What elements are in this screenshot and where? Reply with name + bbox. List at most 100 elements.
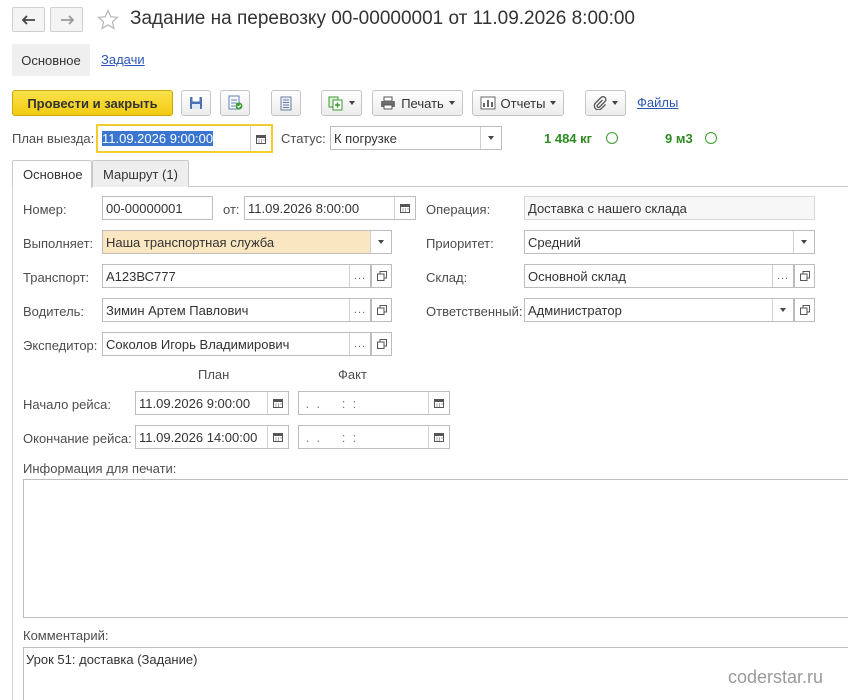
priority-dropdown-button[interactable]	[793, 231, 814, 253]
watermark: coderstar.ru	[728, 667, 824, 687]
responsible-label: Ответственный:	[426, 304, 523, 319]
comment-textarea[interactable]: Урок 51: доставка (Задание)	[23, 647, 848, 700]
chevron-down-icon	[612, 101, 618, 105]
volume-total: 9 м3	[665, 131, 693, 146]
open-window-icon	[799, 305, 810, 315]
transport-field[interactable]: А123ВС777 ...	[102, 264, 371, 288]
trip-start-plan-value: 11.09.2026 9:00:00	[139, 395, 251, 411]
tasks-link[interactable]: Задачи	[101, 52, 145, 67]
calendar-button[interactable]	[267, 392, 288, 414]
driver-field[interactable]: Зимин Артем Павлович ...	[102, 298, 371, 322]
trip-end-fact-field[interactable]: . . : :	[298, 425, 450, 449]
operation-value: Доставка с нашего склада	[528, 200, 687, 216]
fact-header: Факт	[338, 367, 367, 382]
calendar-button[interactable]	[428, 392, 449, 414]
open-driver-button[interactable]	[371, 298, 392, 322]
status-select[interactable]: К погрузке	[330, 126, 502, 150]
doc-date-field[interactable]: 11.09.2026 8:00:00	[244, 196, 416, 220]
trip-end-plan-field[interactable]: 11.09.2026 14:00:00	[135, 425, 289, 449]
print-info-label: Информация для печати:	[23, 461, 177, 476]
driver-value: Зимин Артем Павлович	[106, 302, 249, 318]
date-label: от:	[223, 202, 240, 217]
list-document-icon	[280, 96, 292, 110]
back-button[interactable]	[12, 7, 45, 32]
open-window-icon	[376, 305, 387, 315]
responsible-dropdown-button[interactable]	[772, 299, 793, 321]
arrow-right-icon	[60, 14, 74, 25]
post-and-close-button[interactable]: Провести и закрыть	[12, 90, 173, 116]
structure-button[interactable]	[271, 90, 301, 116]
calendar-button[interactable]	[428, 426, 449, 448]
paperclip-icon	[593, 96, 607, 110]
calendar-button[interactable]	[394, 197, 415, 219]
select-button[interactable]: ...	[349, 333, 370, 355]
print-button[interactable]: Печать	[372, 90, 463, 116]
panel-border-left	[12, 186, 13, 700]
select-button[interactable]: ...	[349, 265, 370, 287]
calendar-button[interactable]	[267, 426, 288, 448]
floppy-disk-icon	[190, 97, 202, 109]
number-field[interactable]: 00-00000001	[102, 196, 213, 220]
forwarder-field[interactable]: Соколов Игорь Владимирович ...	[102, 332, 371, 356]
open-forwarder-button[interactable]	[371, 332, 392, 356]
executor-select[interactable]: Наша транспортная служба	[102, 230, 392, 254]
select-button[interactable]: ...	[349, 299, 370, 321]
forwarder-value: Соколов Игорь Владимирович	[106, 336, 290, 352]
departure-date-field[interactable]: 11.09.2026 9:00:00	[96, 124, 273, 153]
chevron-down-icon	[349, 101, 355, 105]
open-responsible-button[interactable]	[794, 298, 815, 322]
priority-label: Приоритет:	[426, 236, 494, 251]
trip-start-label: Начало рейса:	[23, 397, 111, 412]
save-button[interactable]	[181, 90, 211, 116]
chevron-down-icon	[801, 240, 807, 244]
tab-main-inner[interactable]: Основное	[12, 160, 92, 188]
arrow-left-icon	[21, 14, 35, 25]
chevron-down-icon	[488, 136, 494, 140]
transport-label: Транспорт:	[23, 270, 90, 285]
plan-header: План	[198, 367, 230, 382]
trip-start-fact-value: . . : :	[302, 395, 357, 411]
trip-start-plan-field[interactable]: 11.09.2026 9:00:00	[135, 391, 289, 415]
warehouse-field[interactable]: Основной склад ...	[524, 264, 794, 288]
executor-label: Выполняет:	[23, 236, 94, 251]
forwarder-label: Экспедитор:	[23, 338, 98, 353]
departure-label: План выезда:	[12, 131, 95, 146]
open-transport-button[interactable]	[371, 264, 392, 288]
tab-route[interactable]: Маршрут (1)	[92, 160, 189, 187]
files-link[interactable]: Файлы	[637, 95, 678, 110]
open-window-icon	[799, 271, 810, 281]
comment-label: Комментарий:	[23, 628, 109, 643]
number-value: 00-00000001	[106, 200, 183, 216]
trip-start-fact-field[interactable]: . . : :	[298, 391, 450, 415]
number-label: Номер:	[23, 202, 67, 217]
chevron-down-icon	[448, 101, 455, 105]
departure-date-value: 11.09.2026 9:00:00	[102, 131, 214, 146]
create-based-on-icon	[328, 96, 343, 110]
attachments-button[interactable]	[585, 90, 626, 116]
responsible-field[interactable]: Администратор	[524, 298, 794, 322]
responsible-value: Администратор	[528, 302, 622, 318]
status-value: К погрузке	[334, 130, 397, 146]
tab-main[interactable]: Основное	[12, 44, 90, 76]
create-based-on-button[interactable]	[321, 90, 362, 116]
executor-dropdown-button[interactable]	[370, 231, 391, 253]
open-warehouse-button[interactable]	[794, 264, 815, 288]
print-info-textarea[interactable]	[23, 479, 848, 618]
weight-indicator-icon	[606, 132, 618, 144]
priority-select[interactable]: Средний	[524, 230, 815, 254]
chevron-down-icon	[378, 240, 384, 244]
status-dropdown-button[interactable]	[480, 127, 501, 149]
executor-value: Наша транспортная служба	[106, 234, 275, 250]
select-button[interactable]: ...	[772, 265, 793, 287]
calendar-icon	[434, 399, 444, 408]
doc-date-value: 11.09.2026 8:00:00	[248, 200, 360, 216]
forward-button[interactable]	[50, 7, 83, 32]
post-button[interactable]	[220, 90, 250, 116]
print-label: Печать	[401, 95, 444, 111]
reports-button[interactable]: Отчеты	[472, 90, 564, 116]
favorite-star-icon[interactable]	[96, 8, 120, 32]
reports-icon	[480, 96, 496, 110]
transport-value: А123ВС777	[106, 268, 176, 284]
calendar-button[interactable]	[250, 126, 271, 151]
volume-indicator-icon	[705, 132, 717, 144]
